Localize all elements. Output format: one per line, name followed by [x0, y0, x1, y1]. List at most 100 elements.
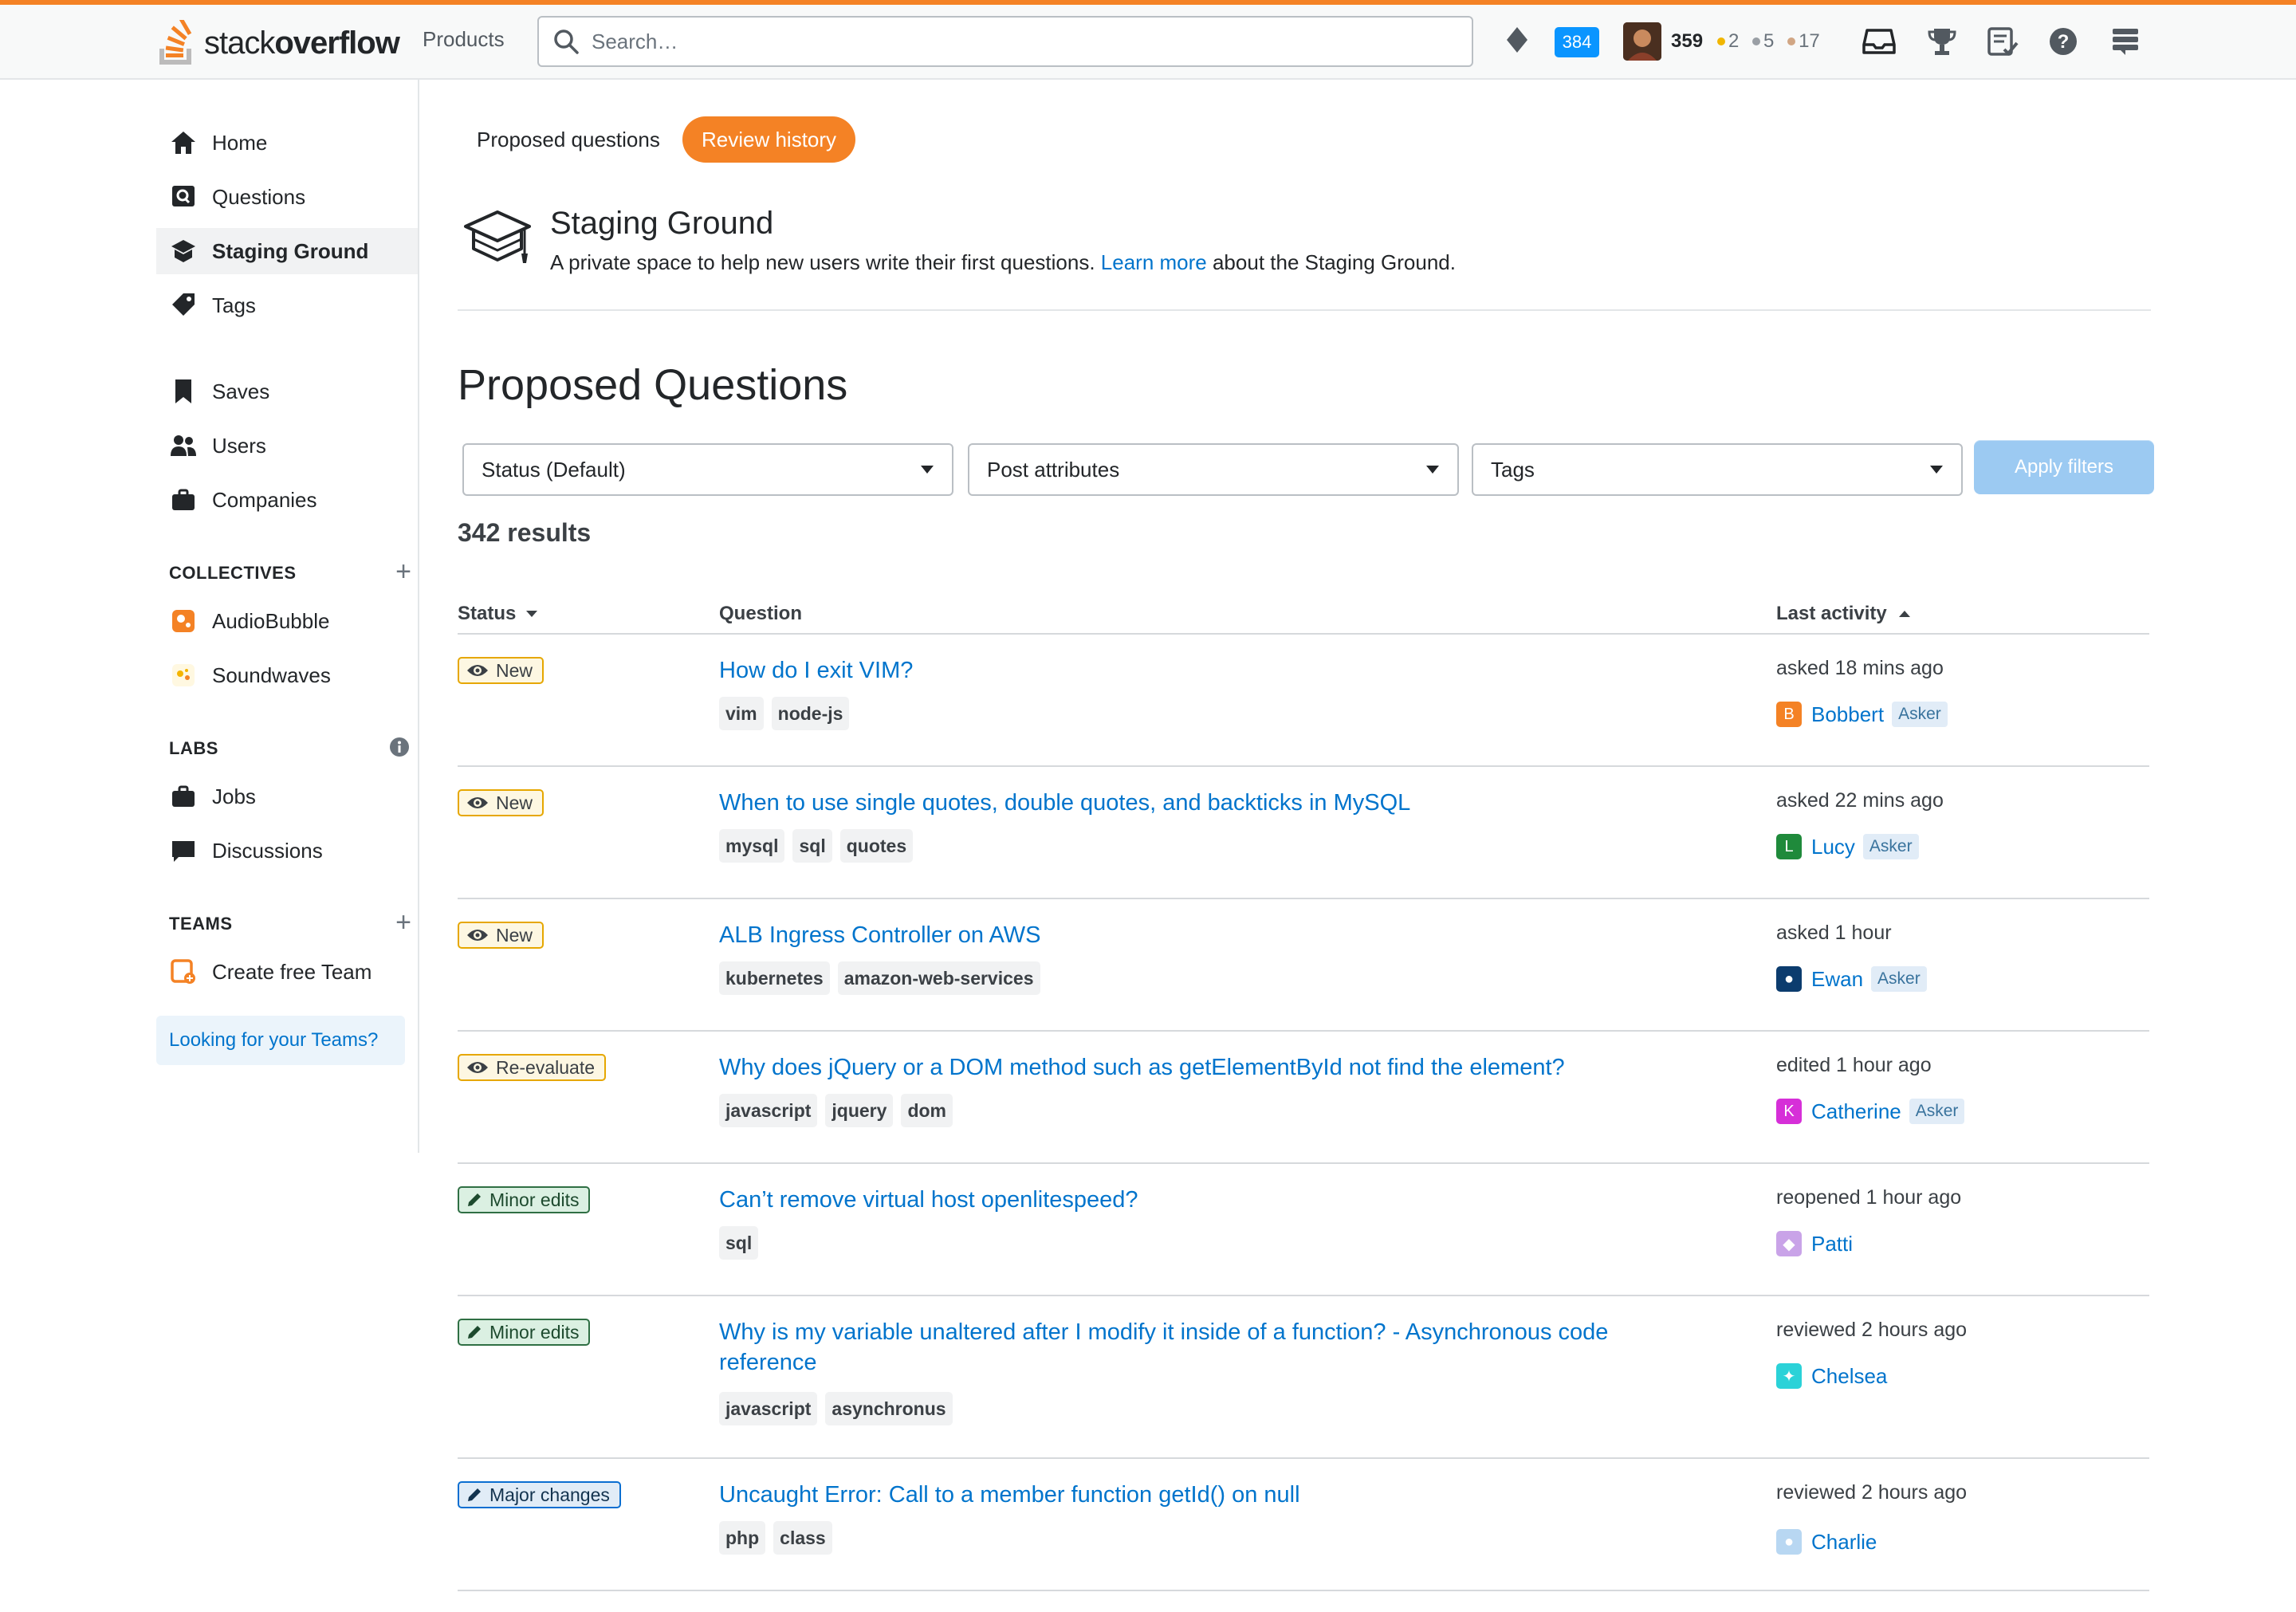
learn-more-link[interactable]: Learn more — [1101, 250, 1207, 274]
asker-badge: Asker — [1892, 702, 1948, 727]
user-avatar-icon[interactable]: ✦ — [1776, 1363, 1802, 1389]
tag[interactable]: class — [773, 1521, 832, 1555]
user-avatar-icon[interactable]: L — [1776, 834, 1802, 859]
status-column-header[interactable]: Status — [458, 603, 538, 625]
eye-icon — [466, 927, 489, 943]
sidebar-item-companies[interactable]: Companies — [156, 477, 418, 523]
tag[interactable]: kubernetes — [719, 961, 830, 995]
looking-for-teams-link[interactable]: Looking for your Teams? — [156, 1016, 405, 1065]
notification-count[interactable]: 384 — [1555, 27, 1599, 57]
user-avatar-icon[interactable]: ● — [1776, 966, 1802, 992]
table-row: Minor edits Can’t remove virtual host ope… — [458, 1164, 2149, 1296]
status-header-label: Status — [458, 603, 517, 624]
status-label: Minor edits — [489, 1321, 580, 1343]
pencil-icon — [466, 1191, 483, 1209]
help-icon[interactable]: ? — [2047, 26, 2079, 57]
status-badge: Minor edits — [458, 1186, 591, 1213]
apply-filters-button[interactable]: Apply filters — [1974, 440, 2154, 494]
question-title-link[interactable]: Can’t remove virtual host openlitespeed? — [719, 1185, 1676, 1215]
teams-heading: TEAMS — [169, 914, 233, 934]
stackoverflow-logo[interactable]: stackoverflow — [156, 18, 400, 69]
status-badge: New — [458, 789, 545, 816]
question-title-link[interactable]: ALB Ingress Controller on AWS — [719, 920, 1676, 950]
tags-filter-value: Tags — [1491, 457, 1535, 482]
sidebar-item-jobs[interactable]: Jobs — [156, 773, 418, 820]
table-row: Major changes Uncaught Error: Call to a m… — [458, 1459, 2149, 1591]
user-card: ● Ewan Asker — [1776, 966, 1927, 992]
search-input[interactable] — [590, 28, 1390, 55]
user-avatar-icon[interactable]: ◆ — [1776, 1231, 1802, 1256]
tag[interactable]: jquery — [825, 1094, 894, 1127]
status-label: Re-evaluate — [496, 1056, 596, 1078]
sidebar-item-label: Create free Team — [212, 959, 372, 984]
question-title-link[interactable]: Why is my variable unaltered after I mod… — [719, 1317, 1676, 1378]
question-title-link[interactable]: How do I exit VIM? — [719, 655, 1676, 686]
sidebar-item-tags[interactable]: Tags — [156, 282, 418, 328]
status-badge: Minor edits — [458, 1319, 591, 1346]
user-avatar[interactable] — [1623, 22, 1661, 61]
user-name-link[interactable]: Catherine — [1811, 1099, 1901, 1124]
sidebar-item-label: Jobs — [212, 784, 256, 808]
question-title-link[interactable]: When to use single quotes, double quotes… — [719, 788, 1676, 818]
tab-proposed-questions[interactable]: Proposed questions — [477, 120, 660, 160]
sidebar-item-label: AudioBubble — [212, 608, 330, 633]
user-name-link[interactable]: Ewan — [1811, 967, 1863, 992]
question-title-link[interactable]: Why does jQuery or a DOM method such as … — [719, 1052, 1676, 1083]
tag[interactable]: javascript — [719, 1094, 818, 1127]
site-switcher-icon[interactable] — [2109, 26, 2141, 57]
bronze-badge-icon — [1787, 37, 1796, 45]
tag[interactable]: quotes — [839, 829, 914, 863]
sidebar-item-label: Staging Ground — [212, 238, 369, 263]
tag[interactable]: sql — [719, 1226, 759, 1260]
tag[interactable]: mysql — [719, 829, 785, 863]
sidebar-item-create-team[interactable]: Create free Team — [156, 949, 418, 995]
review-queue-icon[interactable] — [1987, 26, 2019, 57]
last-activity-column-header[interactable]: Last activity — [1776, 603, 1911, 625]
products-link[interactable]: Products — [423, 27, 505, 52]
sidebar-item-users[interactable]: Users — [156, 423, 418, 469]
user-avatar-icon[interactable]: B — [1776, 702, 1802, 727]
search-box[interactable] — [537, 16, 1473, 67]
user-name-link[interactable]: Charlie — [1811, 1530, 1877, 1555]
caret-down-icon — [921, 466, 934, 474]
tags-filter-select[interactable]: Tags — [1472, 443, 1963, 496]
tag[interactable]: javascript — [719, 1392, 818, 1425]
gold-count: 2 — [1728, 30, 1740, 52]
divider — [458, 309, 2151, 311]
sidebar-item-soundwaves[interactable]: Soundwaves — [156, 652, 418, 698]
logo-text: stackoverflow — [204, 25, 400, 61]
sidebar-item-staging-ground[interactable]: Staging Ground — [156, 228, 418, 274]
sidebar-item-home[interactable]: Home — [156, 120, 418, 166]
last-activity-text: asked 1 hour — [1776, 922, 1892, 944]
tag[interactable]: sql — [792, 829, 832, 863]
user-name-link[interactable]: Bobbert — [1811, 702, 1884, 727]
add-team-icon[interactable]: + — [395, 909, 411, 936]
user-name-link[interactable]: Patti — [1811, 1232, 1853, 1256]
status-filter-select[interactable]: Status (Default) — [462, 443, 953, 496]
user-avatar-icon[interactable]: ● — [1776, 1529, 1802, 1555]
user-name-link[interactable]: Lucy — [1811, 835, 1855, 859]
user-avatar-icon[interactable]: K — [1776, 1099, 1802, 1124]
user-name-link[interactable]: Chelsea — [1811, 1364, 1887, 1389]
tag[interactable]: node-js — [771, 697, 850, 730]
tag[interactable]: vim — [719, 697, 764, 730]
add-collective-icon[interactable]: + — [395, 558, 411, 585]
labs-heading: LABS — [169, 738, 218, 758]
info-icon[interactable] — [389, 737, 410, 757]
sidebar-item-audiobubble[interactable]: AudioBubble — [156, 598, 418, 644]
sidebar-item-questions[interactable]: Questions — [156, 174, 418, 220]
tag[interactable]: dom — [901, 1094, 953, 1127]
sidebar-item-discussions[interactable]: Discussions — [156, 828, 418, 874]
tab-review-history[interactable]: Review history — [682, 116, 856, 163]
staging-ground-illustration-icon — [464, 210, 531, 263]
question-title-link[interactable]: Uncaught Error: Call to a member functio… — [719, 1480, 1676, 1510]
post-attributes-filter-select[interactable]: Post attributes — [968, 443, 1459, 496]
inbox-icon[interactable] — [1862, 26, 1896, 57]
tag[interactable]: asynchronus — [825, 1392, 953, 1425]
achievements-icon[interactable] — [1926, 26, 1958, 57]
sidebar-item-saves[interactable]: Saves — [156, 368, 418, 415]
last-activity-text: reviewed 2 hours ago — [1776, 1319, 1968, 1341]
tag[interactable]: amazon-web-services — [837, 961, 1040, 995]
diamond-icon[interactable] — [1505, 26, 1529, 54]
tag[interactable]: php — [719, 1521, 766, 1555]
